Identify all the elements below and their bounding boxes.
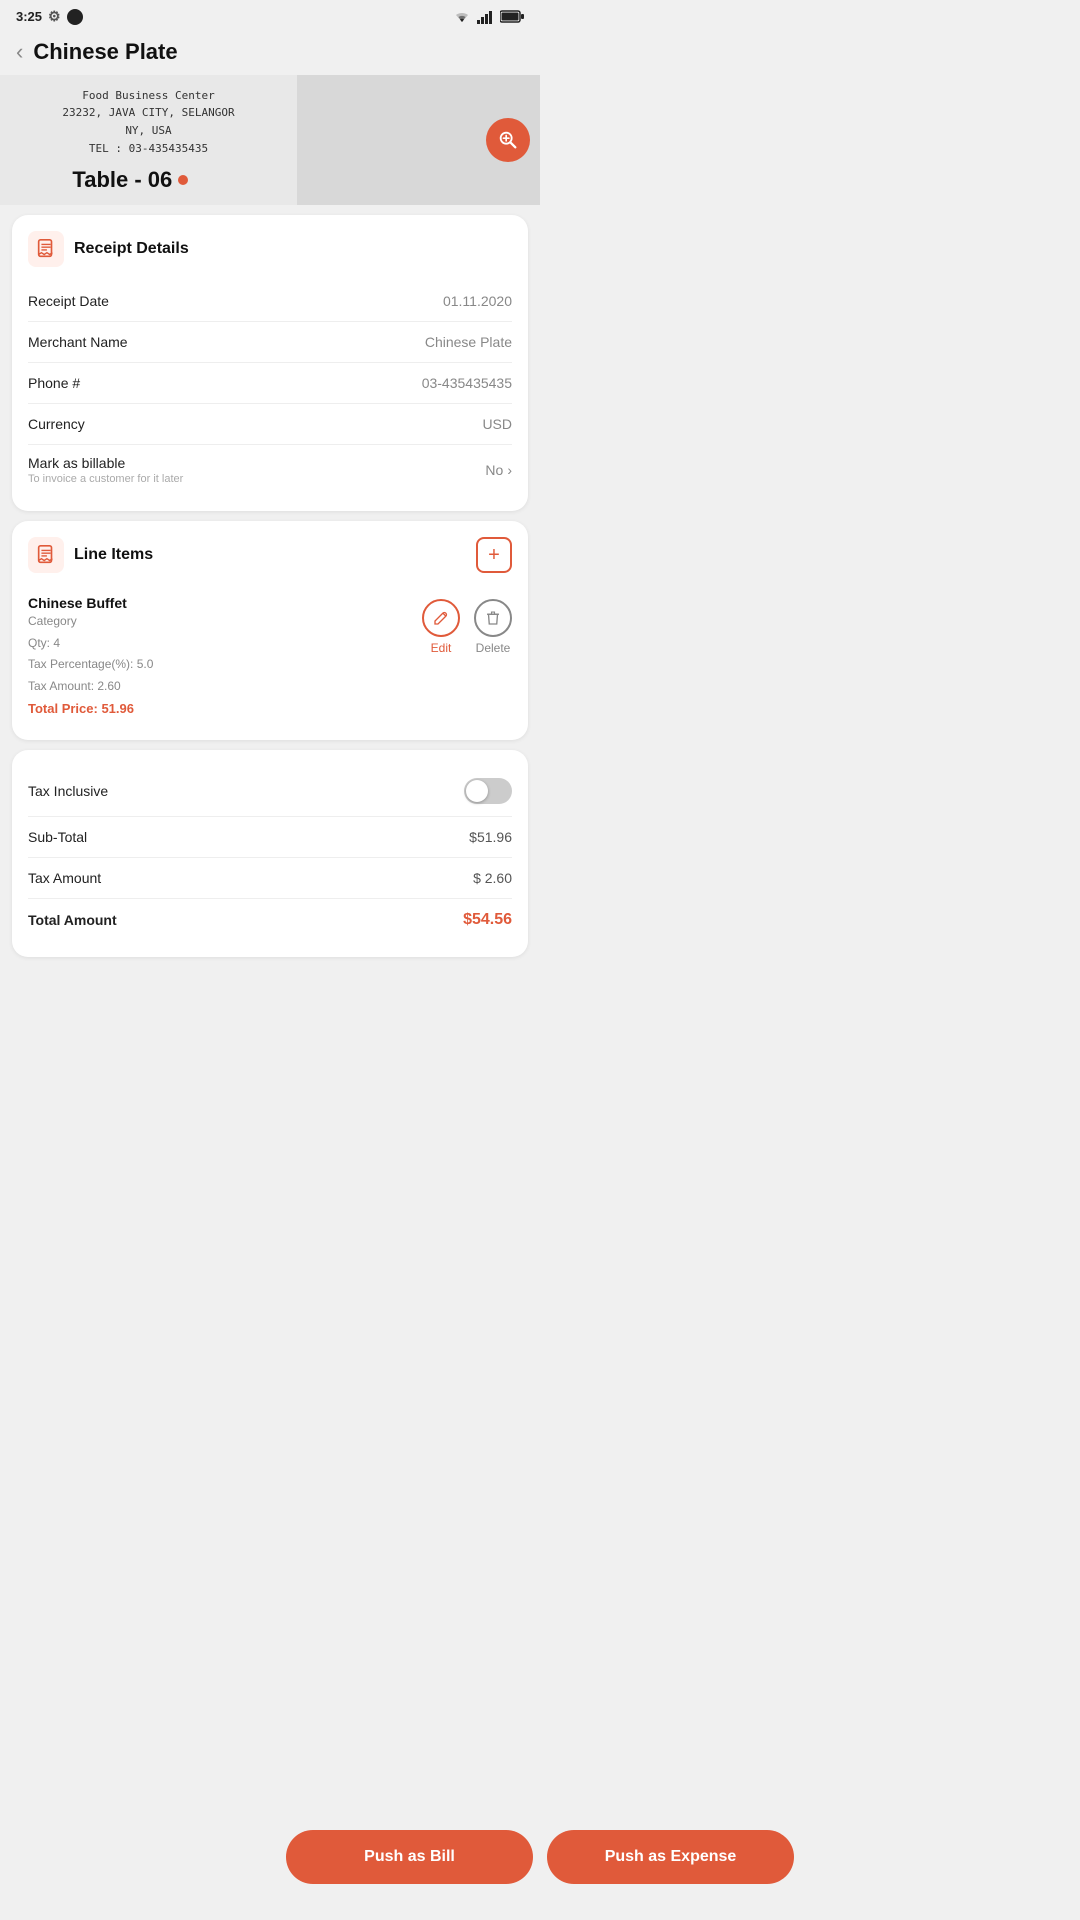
line-items-title-area: Line Items — [28, 537, 153, 573]
receipt-image-area: Food Business Center 23232, JAVA CITY, S… — [0, 75, 540, 205]
total-value: $54.56 — [463, 911, 512, 929]
delete-button[interactable]: Delete — [474, 599, 512, 655]
summary-card: Tax Inclusive Sub-Total $51.96 Tax Amoun… — [12, 750, 528, 957]
receipt-address: 23232, JAVA CITY, SELANGOR — [62, 104, 234, 122]
currency-value: USD — [482, 416, 512, 432]
receipt-date-value: 01.11.2020 — [443, 293, 512, 309]
line-item: Chinese Buffet Category Qty: 4 Tax Perce… — [28, 587, 512, 724]
line-items-header: Line Items + — [28, 537, 512, 573]
merchant-name-label: Merchant Name — [28, 334, 128, 350]
billable-value: No — [485, 462, 503, 478]
table-dot — [178, 175, 188, 185]
signal-icon — [477, 10, 495, 24]
bottom-bar: Push as Bill Push as Expense — [270, 1816, 810, 1920]
status-icons — [452, 10, 524, 24]
receipt-date-row: Receipt Date 01.11.2020 — [28, 281, 512, 322]
time-display: 3:25 — [16, 9, 42, 24]
billable-right: No › — [485, 462, 512, 478]
receipt-details-card: Receipt Details Receipt Date 01.11.2020 … — [12, 215, 528, 511]
zoom-icon — [497, 129, 519, 151]
tax-amount-label: Tax Amount — [28, 870, 101, 886]
circle-icon — [67, 9, 83, 25]
item-category: Category Qty: 4 Tax Percentage(%): 5.0 T… — [28, 611, 412, 697]
push-as-expense-button[interactable]: Push as Expense — [547, 1830, 794, 1884]
line-items-title: Line Items — [74, 546, 153, 564]
delete-icon-circle — [474, 599, 512, 637]
status-bar: 3:25 ⚙ — [0, 0, 540, 29]
push-as-bill-button[interactable]: Push as Bill — [286, 1830, 533, 1884]
receipt-date-label: Receipt Date — [28, 293, 109, 309]
total-label: Total Amount — [28, 912, 117, 928]
edit-icon-circle — [422, 599, 460, 637]
currency-row: Currency USD — [28, 404, 512, 445]
tax-inclusive-toggle[interactable] — [464, 778, 512, 804]
billable-sub: To invoice a customer for it later — [28, 473, 183, 485]
line-item-actions: Edit Delete — [422, 595, 512, 655]
line-items-card: Line Items + Chinese Buffet Category Qty… — [12, 521, 528, 740]
page-title: Chinese Plate — [33, 39, 177, 65]
receipt-details-header: Receipt Details — [28, 231, 512, 267]
back-button[interactable]: ‹ — [16, 41, 23, 63]
phone-row: Phone # 03-435435435 — [28, 363, 512, 404]
toggle-thumb — [466, 780, 488, 802]
subtotal-row: Sub-Total $51.96 — [28, 817, 512, 858]
merchant-name-value: Chinese Plate — [425, 334, 512, 350]
receipt-svg — [35, 238, 57, 260]
delete-icon — [484, 609, 502, 627]
receipt-tel: TEL : 03-435435435 — [62, 140, 234, 158]
edit-button[interactable]: Edit — [422, 599, 460, 655]
subtotal-value: $51.96 — [469, 829, 512, 845]
item-total: Total Price: 51.96 — [28, 701, 412, 716]
tax-amount-row: Tax Amount $ 2.60 — [28, 858, 512, 899]
settings-icon: ⚙ — [48, 8, 61, 25]
currency-label: Currency — [28, 416, 85, 432]
table-label: Table - 06 — [72, 167, 172, 193]
tax-inclusive-label: Tax Inclusive — [28, 783, 108, 799]
line-item-details: Chinese Buffet Category Qty: 4 Tax Perce… — [28, 595, 412, 716]
business-name: Food Business Center — [62, 87, 234, 105]
receipt-preview: Food Business Center 23232, JAVA CITY, S… — [0, 75, 297, 205]
receipt-icon — [28, 231, 64, 267]
edit-label: Edit — [431, 641, 452, 655]
add-line-item-button[interactable]: + — [476, 537, 512, 573]
phone-label: Phone # — [28, 375, 80, 391]
billable-arrow: › — [507, 462, 512, 478]
tax-amount-value: $ 2.60 — [473, 870, 512, 886]
subtotal-label: Sub-Total — [28, 829, 87, 845]
receipt-country: NY, USA — [62, 122, 234, 140]
merchant-name-row: Merchant Name Chinese Plate — [28, 322, 512, 363]
total-row: Total Amount $54.56 — [28, 899, 512, 941]
zoom-button[interactable] — [486, 118, 530, 162]
receipt-details-title: Receipt Details — [74, 240, 189, 258]
delete-label: Delete — [476, 641, 511, 655]
billable-left: Mark as billable To invoice a customer f… — [28, 455, 183, 485]
battery-icon — [500, 10, 524, 23]
phone-value: 03-435435435 — [422, 375, 512, 391]
item-name: Chinese Buffet — [28, 595, 412, 611]
tax-inclusive-row: Tax Inclusive — [28, 766, 512, 817]
header: ‹ Chinese Plate — [0, 29, 540, 75]
line-items-icon — [28, 537, 64, 573]
line-items-svg — [35, 544, 57, 566]
wifi-icon — [452, 10, 472, 24]
billable-row[interactable]: Mark as billable To invoice a customer f… — [28, 445, 512, 495]
billable-label: Mark as billable — [28, 455, 183, 471]
edit-icon — [432, 609, 450, 627]
